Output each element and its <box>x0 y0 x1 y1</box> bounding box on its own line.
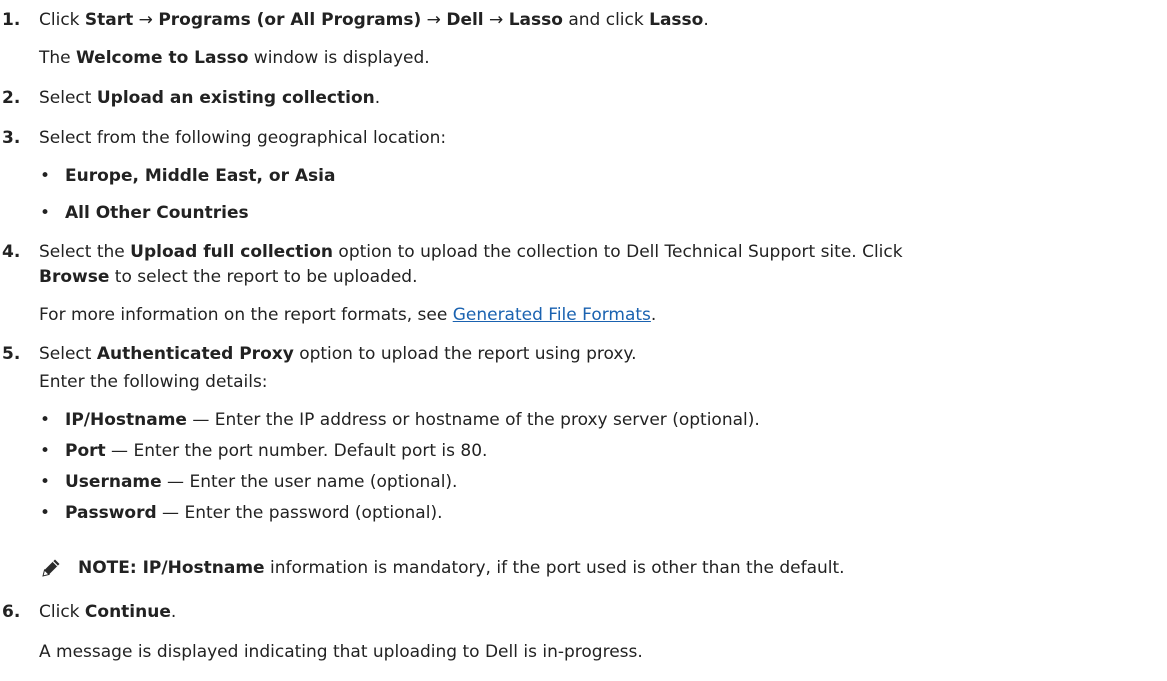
step-number: 5. <box>2 344 21 364</box>
list-item-label: Europe, Middle East, or Asia <box>65 166 336 186</box>
bullet: • <box>40 203 51 223</box>
step-number: 6. <box>2 602 21 622</box>
step-text: Select the Upload full collection option… <box>39 242 903 262</box>
bullet: • <box>40 441 51 461</box>
step-text: Select from the following geographical l… <box>39 128 447 148</box>
generated-file-formats-link[interactable]: Generated File Formats <box>453 305 651 325</box>
step-number: 2. <box>2 88 21 108</box>
bullet: • <box>40 410 51 430</box>
step-text: Click Start → Programs (or All Programs)… <box>39 10 709 30</box>
step-number: 4. <box>2 242 21 262</box>
bullet: • <box>40 503 51 523</box>
bullet: • <box>40 166 51 186</box>
note-text: NOTE: IP/Hostname information is mandato… <box>78 558 845 578</box>
pencil-note-icon <box>42 559 60 577</box>
list-item-label: All Other Countries <box>65 203 249 223</box>
step-text: Select Authenticated Proxy option to upl… <box>39 344 637 364</box>
step-number: 1. <box>2 10 21 30</box>
step-number: 3. <box>2 128 21 148</box>
document-page: { "steps": [ { "number": "1.", "parts": … <box>0 0 1167 681</box>
step-text: Click Continue. <box>39 602 177 622</box>
step-text: Select Upload an existing collection. <box>39 88 381 108</box>
bullet: • <box>40 472 51 492</box>
